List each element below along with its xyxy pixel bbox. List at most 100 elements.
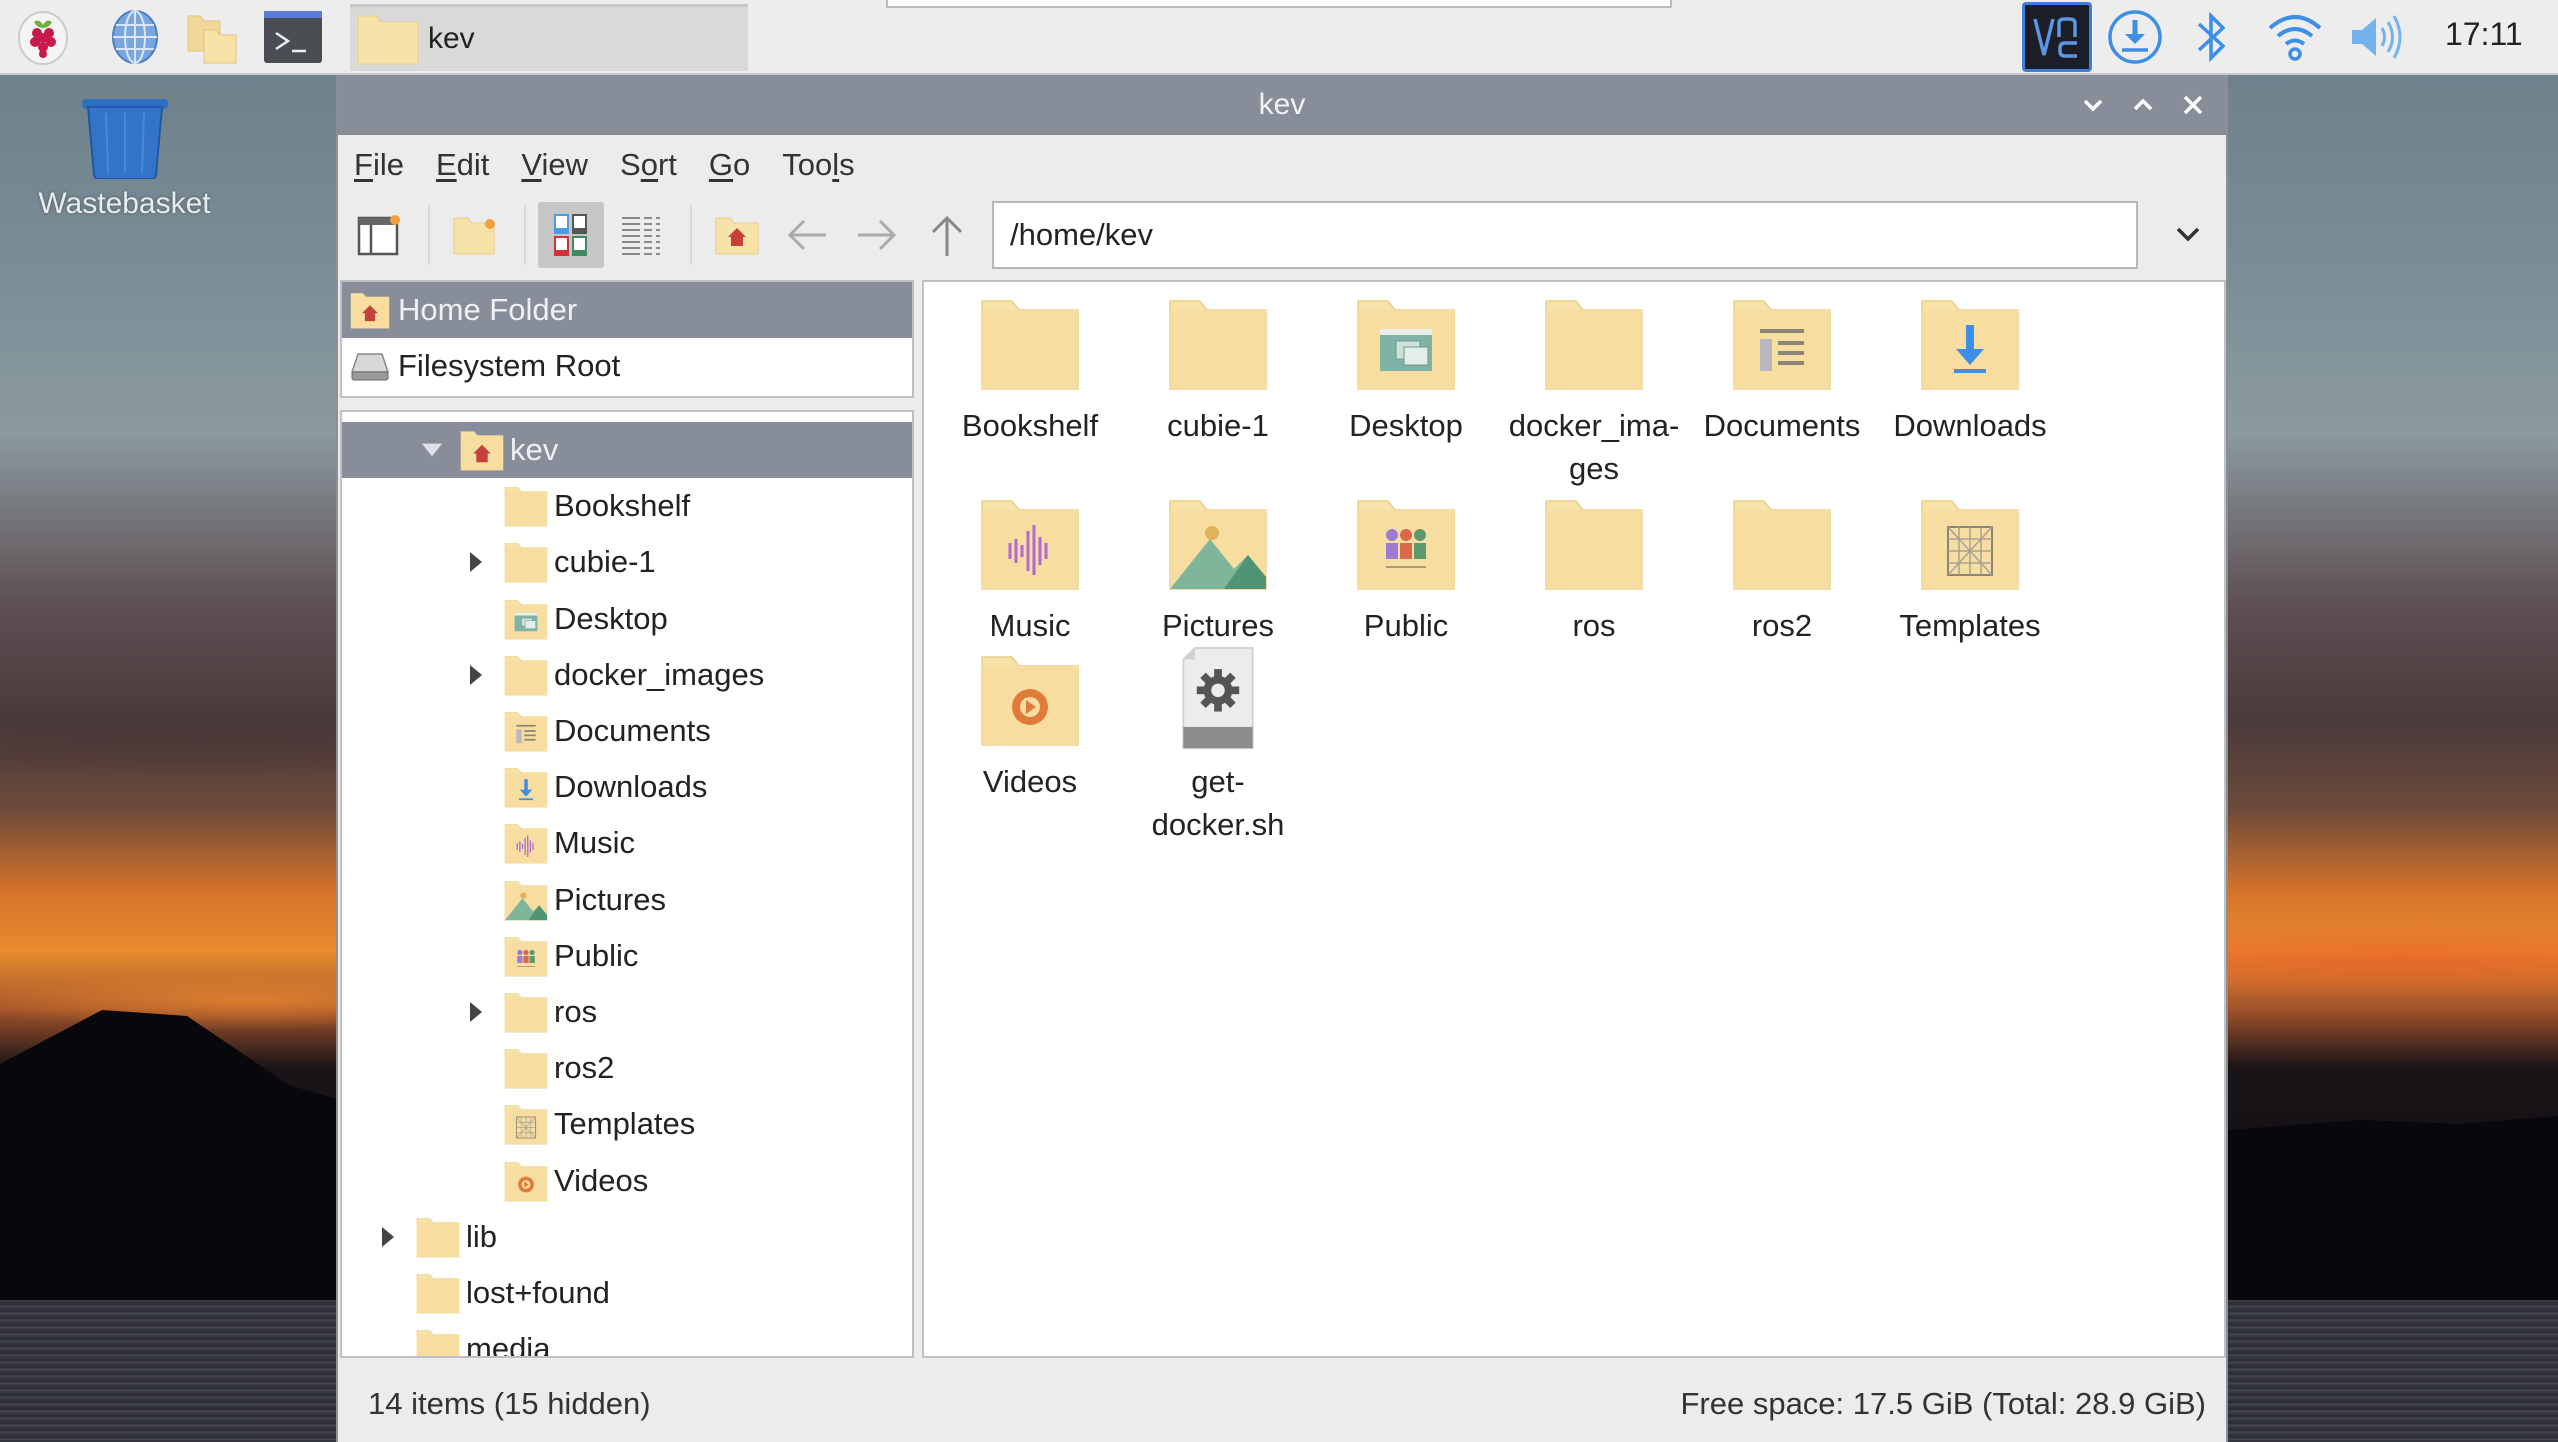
- window-titlebar[interactable]: kev: [338, 75, 2226, 135]
- videos-folder-icon: [975, 644, 1085, 754]
- raspberry-menu-button[interactable]: [12, 6, 74, 68]
- vnc-tray-button[interactable]: [2022, 2, 2092, 72]
- place-filesystem-root[interactable]: Filesystem Root: [342, 338, 912, 394]
- tree-item-templates[interactable]: Templates: [342, 1096, 912, 1152]
- tree-item-label: kev: [510, 432, 559, 468]
- file-item-public[interactable]: Public: [1312, 488, 1500, 647]
- menu-view[interactable]: View: [521, 147, 588, 183]
- tree-item-ros[interactable]: ros: [342, 984, 912, 1040]
- tree-item-pictures[interactable]: Pictures: [342, 872, 912, 928]
- tree-item-lost-found[interactable]: lost+found: [342, 1265, 912, 1321]
- web-browser-button[interactable]: [104, 6, 166, 68]
- globe-icon: [112, 10, 158, 64]
- path-input[interactable]: [992, 201, 2138, 269]
- tree-item-public[interactable]: Public: [342, 928, 912, 984]
- menu-sort[interactable]: Sort: [620, 147, 677, 183]
- file-item-ros2[interactable]: ros2: [1688, 488, 1876, 647]
- file-item-music[interactable]: Music: [936, 488, 1124, 647]
- window-title: kev: [1258, 88, 1306, 121]
- desktop-icon-wastebasket[interactable]: Wastebasket: [22, 95, 227, 245]
- tree-item-label: Public: [554, 937, 639, 973]
- expander-expanded-icon[interactable]: [422, 438, 442, 462]
- file-item-docker-ima-ges[interactable]: docker_ima- ges: [1500, 288, 1688, 490]
- file-item-pictures[interactable]: Pictures: [1124, 488, 1312, 647]
- expander-collapsed-icon[interactable]: [466, 663, 486, 687]
- menu-label: s: [839, 147, 855, 182]
- file-item-documents[interactable]: Documents: [1688, 288, 1876, 447]
- path-history-dropdown[interactable]: [2162, 207, 2214, 263]
- expander-collapsed-icon[interactable]: [466, 1000, 486, 1024]
- tree-item-downloads[interactable]: Downloads: [342, 759, 912, 815]
- tree-item-cubie-1[interactable]: cubie-1: [342, 534, 912, 590]
- tree-item-label: Music: [554, 825, 635, 861]
- menu-mnemonic: E: [435, 147, 457, 182]
- new-folder-button[interactable]: [442, 202, 508, 268]
- toolbar-separator: [524, 205, 526, 265]
- forward-button[interactable]: [844, 202, 910, 268]
- menu-tools[interactable]: Tools: [782, 147, 854, 183]
- folder-icon: [504, 654, 548, 696]
- tree-item-label: Bookshelf: [554, 488, 691, 524]
- tree-item-kev[interactable]: kev: [342, 422, 912, 479]
- taskbar-window-button[interactable]: kev: [350, 4, 748, 71]
- file-item-cubie-1[interactable]: cubie-1: [1124, 288, 1312, 447]
- file-item-label: Downloads: [1893, 408, 2047, 443]
- bluetooth-tray-button[interactable]: [2180, 6, 2242, 68]
- terminal-button[interactable]: [262, 6, 324, 68]
- clock[interactable]: 17:11: [2445, 16, 2523, 53]
- file-icon-view: Bookshelf cubie-1 Desktop docker_ima- ges Do…: [922, 280, 2226, 1358]
- tree-item-media[interactable]: media: [342, 1321, 912, 1356]
- folder-icon: [1163, 288, 1273, 398]
- downloads-folder-icon: [504, 766, 548, 808]
- menu-label: rt: [657, 147, 677, 182]
- file-item-bookshelf[interactable]: Bookshelf: [936, 288, 1124, 447]
- menu-go[interactable]: Go: [709, 147, 750, 183]
- tree-item-bookshelf[interactable]: Bookshelf: [342, 478, 912, 534]
- file-item-videos[interactable]: Videos: [936, 644, 1124, 803]
- menu-edit[interactable]: Edit: [436, 147, 489, 183]
- back-button[interactable]: [774, 202, 840, 268]
- free-space-status: Free space: 17.5 GiB (Total: 28.9 GiB): [1680, 1385, 2206, 1421]
- menu-label: ile: [372, 147, 404, 182]
- tree-item-music[interactable]: Music: [342, 815, 912, 871]
- menu-label: iew: [541, 147, 589, 182]
- minimize-button[interactable]: [2074, 86, 2112, 124]
- file-item-ros[interactable]: ros: [1500, 488, 1688, 647]
- tree-item-lib[interactable]: lib: [342, 1209, 912, 1265]
- file-item-label: ros: [1572, 608, 1616, 643]
- folder-icon: [975, 288, 1085, 398]
- maximize-button[interactable]: [2124, 86, 2162, 124]
- updates-tray-button[interactable]: [2104, 6, 2166, 68]
- tree-item-documents[interactable]: Documents: [342, 703, 912, 759]
- volume-tray-button[interactable]: [2344, 6, 2406, 68]
- trash-icon: [81, 99, 168, 179]
- tree-item-ros2[interactable]: ros2: [342, 1040, 912, 1096]
- folder-icon: [504, 991, 548, 1033]
- bluetooth-icon: [2197, 11, 2226, 63]
- place-home-folder[interactable]: Home Folder: [342, 282, 912, 338]
- item-count-status: 14 items (15 hidden): [368, 1385, 651, 1421]
- icon-view-button[interactable]: [538, 202, 604, 268]
- file-item-downloads[interactable]: Downloads: [1876, 288, 2064, 447]
- tree-item-label: Templates: [554, 1106, 696, 1142]
- tree-item-desktop[interactable]: Desktop: [342, 591, 912, 647]
- file-item-templates[interactable]: Templates: [1876, 488, 2064, 647]
- up-button[interactable]: [914, 202, 980, 268]
- file-item-get-docker-sh[interactable]: get- docker.sh: [1124, 644, 1312, 846]
- downloads-folder-icon: [1915, 288, 2025, 398]
- expander-collapsed-icon[interactable]: [378, 1225, 398, 1249]
- file-item-desktop[interactable]: Desktop: [1312, 288, 1500, 447]
- pictures-folder-icon: [504, 879, 548, 921]
- tree-item-videos[interactable]: Videos: [342, 1152, 912, 1208]
- home-folder-icon: [350, 291, 390, 329]
- folder-icon: [357, 15, 419, 65]
- wifi-tray-button[interactable]: [2264, 6, 2326, 68]
- list-view-button[interactable]: [608, 202, 674, 268]
- expander-collapsed-icon[interactable]: [466, 550, 486, 574]
- file-manager-button[interactable]: [182, 6, 244, 68]
- new-window-button[interactable]: [346, 202, 412, 268]
- menu-file[interactable]: File: [354, 147, 404, 183]
- tree-item-docker-images[interactable]: docker_images: [342, 647, 912, 703]
- close-button[interactable]: [2174, 86, 2212, 124]
- home-button[interactable]: [704, 202, 770, 268]
